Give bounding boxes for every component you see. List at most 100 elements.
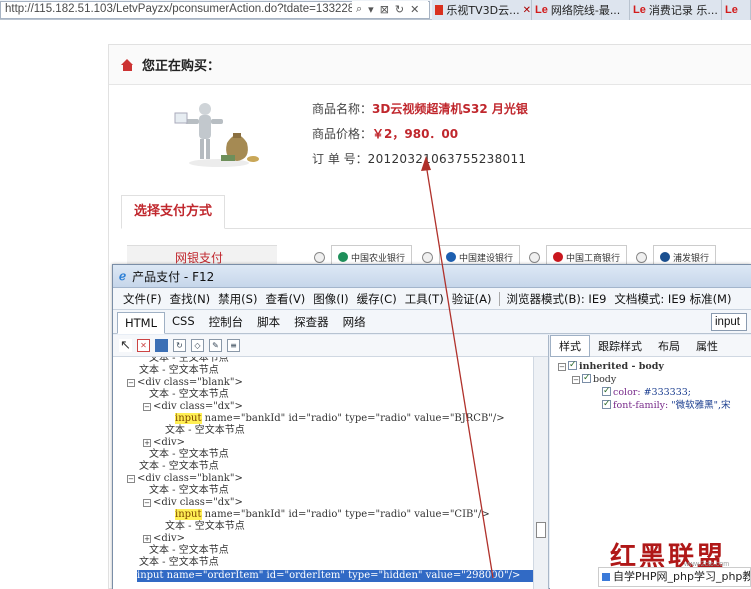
menu-images[interactable]: 图像(I) (309, 291, 352, 307)
select-element-icon[interactable]: ↖ (119, 339, 132, 352)
dom-text-node[interactable]: 文本 - 空文本节点 (139, 365, 219, 377)
tab-layout[interactable]: 布局 (650, 336, 688, 356)
tab-css[interactable]: CSS (165, 311, 202, 333)
bank-radio[interactable] (422, 251, 433, 263)
product-price-value: ￥2，980．00 (372, 127, 459, 141)
dom-text-node[interactable]: 文本 - 空文本节点 (165, 425, 245, 437)
dom-text-node[interactable]: 文本 - 空文本节点 (139, 461, 219, 473)
dom-div-blank[interactable]: − <div class="blank"> (127, 377, 243, 389)
product-info: 商品名称：3D云视频超清机S32 月光银 商品价格：￥2，980．00 订 单 … (312, 97, 528, 172)
clear-outline-icon[interactable]: ✕ (137, 339, 150, 352)
dom-tree: 文本 - 空文本节点 文本 - 空文本节点 − <div class="blank… (113, 357, 533, 589)
dom-text-node[interactable]: 文本 - 空文本节点 (149, 449, 229, 461)
dom-text-node[interactable]: 文本 - 空文本节点 (149, 485, 229, 497)
color-property[interactable]: color: #333333; (602, 385, 691, 399)
menu-browser-mode[interactable]: 浏览器模式(B): IE9 (503, 291, 611, 307)
menu-find[interactable]: 查找(N) (166, 291, 215, 307)
dom-text-node[interactable]: 文本 - 空文本节点 (149, 389, 229, 401)
menu-separator (498, 291, 500, 306)
devtools-menubar: 文件(F) 查找(N) 禁用(S) 查看(V) 图像(I) 缓存(C) 工具(T… (113, 288, 751, 310)
tab-styles[interactable]: 样式 (550, 334, 590, 357)
tab-html[interactable]: HTML (117, 312, 166, 334)
payment-tabs: 选择支付方式 (121, 195, 751, 229)
inherited-body-rule[interactable]: −inherited - body (558, 359, 664, 373)
tab-script[interactable]: 脚本 (250, 311, 287, 333)
ie-icon: ℯ (119, 269, 127, 283)
order-number-label: 订 单 号： (312, 152, 368, 166)
dom-text-node[interactable]: 文本 - 空文本节点 (139, 557, 219, 569)
tab-select-payment[interactable]: 选择支付方式 (121, 195, 225, 229)
tab-label: 网络院线-最... (550, 4, 621, 17)
devtools-tabs: HTML CSS 控制台 脚本 探查器 网络 input (113, 310, 751, 334)
browser-tab-2[interactable]: Le 网络院线-最... (532, 0, 630, 20)
purchase-heading: 您正在购买： (142, 59, 221, 74)
devtools-title: 产品支付 - F12 (132, 269, 215, 284)
dropdown-icon[interactable]: ▾ (368, 3, 374, 16)
dom-input-bjrcb[interactable]: input name="bankId" id="radio" type="rad… (175, 413, 505, 425)
edit-icon[interactable]: ✎ (209, 339, 222, 352)
product-name-row: 商品名称：3D云视频超清机S32 月光银 (312, 97, 528, 122)
home-icon (121, 58, 134, 71)
bank-name: 中国农业银行 (351, 253, 406, 264)
browser-tab-1[interactable]: 乐视TV3D云... ✕ (432, 0, 532, 20)
browser-toolbar: http://115.182.51.103/LetvPayzx/pconsume… (0, 0, 751, 20)
product-price-label: 商品价格： (312, 127, 373, 141)
tab-attributes[interactable]: 属性 (688, 336, 726, 356)
stop-icon[interactable]: ✕ (410, 3, 419, 16)
font-family-property[interactable]: font-family: "微软雅黑",宋 (602, 398, 731, 412)
bank-name: 浦发银行 (673, 253, 710, 264)
letv-logo-icon: Le (535, 4, 548, 16)
browser-tab-3[interactable]: Le 消费记录 乐... (630, 0, 722, 20)
tab-network[interactable]: 网络 (336, 311, 373, 333)
scrollbar-thumb[interactable] (536, 522, 546, 538)
tab-console[interactable]: 控制台 (202, 311, 251, 333)
element-source-icon[interactable]: ◇ (191, 339, 204, 352)
menu-disable[interactable]: 禁用(S) (214, 291, 261, 307)
bank-name: 中国建设银行 (459, 253, 514, 264)
bank-radio[interactable] (529, 251, 540, 263)
close-tab-icon[interactable]: ✕ (523, 5, 531, 16)
devtools-titlebar[interactable]: ℯ 产品支付 - F12 (113, 265, 751, 288)
tab-label: 消费记录 乐... (648, 4, 718, 17)
dom-text-node[interactable]: 文本 - 空文本节点 (149, 545, 229, 557)
tab-label: 乐视TV3D云... (446, 4, 520, 17)
compat-view-icon[interactable]: ⊠ (380, 3, 389, 16)
html-toolbar: ↖ ✕ ↻ ◇ ✎ ≡ (113, 335, 548, 357)
dom-div-dx[interactable]: − <div class="dx"> (143, 497, 243, 509)
dom-input-cib[interactable]: input name="bankId" id="radio" type="rad… (175, 509, 490, 521)
menu-validate[interactable]: 验证(A) (448, 291, 496, 307)
dom-text-node[interactable]: 文本 - 空文本节点 (149, 357, 229, 365)
menu-cache[interactable]: 缓存(C) (353, 291, 401, 307)
dom-div[interactable]: + <div> (143, 533, 185, 545)
bank-name: 中国工商银行 (566, 253, 621, 264)
watermark-banner: 自学PHP网_php学习_php教程 (598, 567, 751, 587)
style-pane-tabs: 样式 跟踪样式 布局 属性 (550, 334, 751, 357)
refresh-icon[interactable]: ↻ (395, 3, 404, 16)
menu-view[interactable]: 查看(V) (261, 291, 309, 307)
tab-profiler[interactable]: 探查器 (287, 311, 336, 333)
browser-tab-4[interactable]: Le (722, 0, 751, 20)
product-name-label: 商品名称： (312, 102, 373, 116)
dom-text-node[interactable]: 文本 - 空文本节点 (165, 521, 245, 533)
bank-radio[interactable] (314, 251, 325, 263)
word-wrap-icon[interactable]: ≡ (227, 339, 240, 352)
dom-tree-scrollbar[interactable] (533, 357, 548, 589)
letv-logo-icon: Le (633, 4, 646, 16)
dom-div[interactable]: + <div> (143, 437, 185, 449)
save-icon[interactable] (155, 339, 168, 352)
dom-input-orderitem-selected[interactable]: input name="orderItem" id="orderItem" ty… (137, 570, 533, 582)
product-name-value: 3D云视频超清机S32 月光银 (372, 102, 528, 116)
menu-file[interactable]: 文件(F) (119, 291, 166, 307)
menu-document-mode[interactable]: 文档模式: IE9 标准(M) (610, 291, 735, 307)
menu-tools[interactable]: 工具(T) (401, 291, 448, 307)
tab-trace-styles[interactable]: 跟踪样式 (590, 336, 650, 356)
dom-div-blank[interactable]: − <div class="blank"> (127, 473, 243, 485)
devtools-search-input[interactable]: input (711, 313, 747, 331)
letv-logo-icon: Le (725, 4, 738, 16)
dom-div-dx[interactable]: − <div class="dx"> (143, 401, 243, 413)
product-price-row: 商品价格：￥2，980．00 (312, 122, 528, 147)
search-icon[interactable]: ⌕ (356, 2, 362, 16)
bank-radio[interactable] (636, 251, 647, 263)
address-bar-controls: ⌕ ▾ ⊠ ↻ ✕ (352, 1, 428, 17)
refresh-dom-icon[interactable]: ↻ (173, 339, 186, 352)
